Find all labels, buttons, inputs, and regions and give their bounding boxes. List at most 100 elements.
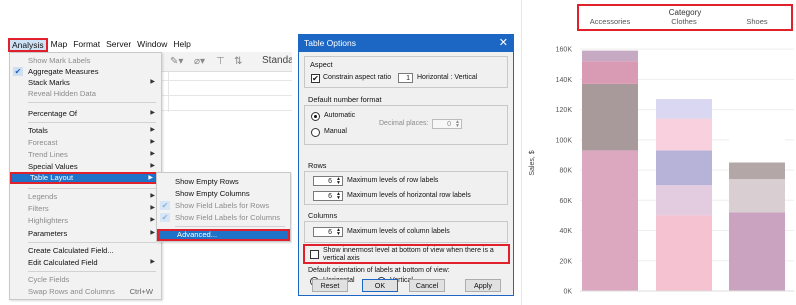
grid-line: [160, 95, 292, 96]
submenu-item-field-labels-rows[interactable]: ✔ Show Field Labels for Rows: [157, 200, 290, 211]
submenu-arrow-icon: ▶: [150, 259, 155, 265]
columns-group: 6 ▲ ▼ Maximum levels of column labels: [304, 221, 508, 243]
table-layout-submenu: Show Empty Rows Show Empty Columns ✔ Show…: [156, 172, 291, 242]
menu-map[interactable]: Map: [48, 38, 71, 52]
menu-item-highlighters[interactable]: Highlighters ▶: [10, 215, 161, 226]
bar-segment: [582, 83, 638, 151]
menu-item-aggregate-measures[interactable]: ✔ Aggregate Measures: [10, 66, 161, 77]
submenu-item-show-empty-rows[interactable]: Show Empty Rows: [157, 176, 290, 187]
bar-segment: [656, 118, 712, 151]
submenu-arrow-icon: ▶: [150, 163, 155, 169]
submenu-arrow-icon: ▶: [150, 230, 155, 236]
submenu-arrow-icon: ▶: [150, 127, 155, 133]
y-tick-label: 160K: [556, 47, 573, 54]
submenu-arrow-icon: ▶: [150, 79, 155, 85]
manual-radio[interactable]: [311, 128, 320, 137]
grid-line: [168, 72, 169, 112]
rows-group: 6 ▲ ▼ Maximum levels of row labels 6 ▲ ▼ Max…: [304, 171, 508, 205]
menu-item-filters[interactable]: Filters ▶: [10, 203, 161, 214]
submenu-arrow-icon: ▶: [150, 139, 155, 145]
stepper-arrows-icon: ▲ ▼: [336, 191, 341, 201]
menu-item-totals[interactable]: Totals ▶: [10, 125, 161, 136]
innermost-level-checkbox[interactable]: [310, 250, 319, 259]
menu-item-percentage-of[interactable]: Percentage Of ▶: [10, 108, 161, 119]
close-icon[interactable]: ✕: [499, 36, 508, 49]
menu-help[interactable]: Help: [170, 38, 193, 52]
submenu-item-advanced[interactable]: Advanced...: [157, 229, 290, 241]
reset-button[interactable]: Reset: [312, 279, 348, 292]
submenu-arrow-icon: ▶: [150, 193, 155, 199]
menu-item-edit-calculated-field[interactable]: Edit Calculated Field ▶: [10, 257, 161, 268]
submenu-arrow-icon: ▶: [150, 205, 155, 211]
submenu-item-field-labels-columns[interactable]: ✔ Show Field Labels for Columns: [157, 212, 290, 223]
decimal-places-stepper[interactable]: 0 ▲ ▼: [432, 119, 462, 129]
bar-segment: [729, 212, 785, 291]
y-tick-label: 80K: [560, 168, 573, 175]
pen-icon[interactable]: ✎▾: [170, 56, 183, 67]
menu-separator: [28, 242, 156, 243]
stepper-arrows-icon: ▲ ▼: [336, 176, 341, 186]
ok-button[interactable]: OK: [362, 279, 398, 292]
decimal-places-label: Decimal places:: [379, 120, 429, 127]
horizontal-row-labels-text: Maximum levels of horizontal row labels: [347, 192, 471, 199]
row-labels-text: Maximum levels of row labels: [347, 177, 439, 184]
shortcut-label: Ctrl+W: [129, 287, 153, 296]
aspect-group-label: Aspect: [310, 60, 333, 69]
menu-item-legends[interactable]: Legends ▶: [10, 191, 161, 202]
menu-item-cycle-fields[interactable]: Cycle Fields: [10, 274, 161, 285]
bar-segment: [656, 150, 712, 186]
menu-item-swap-rows-columns[interactable]: Swap Rows and Columns Ctrl+W: [10, 286, 161, 297]
category-label: Accessories: [590, 17, 631, 26]
menu-item-parameters[interactable]: Parameters ▶: [10, 228, 161, 239]
submenu-item-show-empty-columns[interactable]: Show Empty Columns: [157, 188, 290, 199]
apply-button[interactable]: Apply: [465, 279, 501, 292]
menu-item-show-mark-labels[interactable]: Show Mark Labels: [10, 55, 161, 66]
aspect-ratio-input[interactable]: 1: [398, 73, 413, 83]
submenu-arrow-icon: ▶: [150, 217, 155, 223]
y-tick-label: 0K: [563, 289, 572, 296]
y-tick-label: 100K: [556, 137, 573, 144]
submenu-arrow-icon: ▶: [148, 175, 153, 181]
constrain-aspect-checkbox[interactable]: ✔: [311, 74, 320, 83]
menu-window[interactable]: Window: [134, 38, 170, 52]
menu-bar: Analysis Map Format Server Window Help: [8, 38, 194, 52]
bar-segment: [656, 99, 712, 119]
cancel-button[interactable]: Cancel: [409, 279, 445, 292]
menu-item-reveal-hidden-data[interactable]: Reveal Hidden Data: [10, 88, 161, 99]
sort-icon[interactable]: ⇅: [234, 56, 242, 67]
stepper-arrows-icon: ▲ ▼: [336, 227, 341, 237]
category-label: Clothes: [671, 17, 697, 26]
sales-chart-panel: Category 0K 20K 40K 60K 80K 100K 120K 140K 160K Sa…: [521, 0, 796, 305]
menu-item-trend-lines[interactable]: Trend Lines ▶: [10, 149, 161, 160]
menu-separator: [28, 102, 156, 103]
dialog-button-row: Reset OK Cancel Apply: [298, 260, 514, 296]
dialog-title: Table Options: [304, 38, 356, 48]
bar-segment: [729, 130, 785, 163]
fit-dropdown[interactable]: Standa: [262, 55, 292, 66]
menu-analysis[interactable]: Analysis: [8, 38, 48, 52]
tableau-analysis-menu-panel: ✎▾ ⌀▾ ⊤ ⇅ Standa Analysis Map Format Ser…: [0, 0, 292, 305]
grid-line: [160, 110, 292, 111]
menu-item-create-calculated-field[interactable]: Create Calculated Field...: [10, 245, 161, 256]
grid-line: [160, 80, 292, 81]
clip-icon[interactable]: ⌀▾: [194, 56, 205, 67]
pin-icon[interactable]: ⊤: [216, 56, 225, 67]
menu-item-forecast[interactable]: Forecast ▶: [10, 137, 161, 148]
menu-item-special-values[interactable]: Special Values ▶: [10, 161, 161, 172]
menu-format[interactable]: Format: [70, 38, 103, 52]
menu-item-table-layout[interactable]: Table Layout ▶: [10, 172, 161, 184]
number-format-label: Default number format: [308, 95, 382, 104]
y-tick-label: 40K: [560, 228, 573, 235]
aspect-group: Aspect ✔ Constrain aspect ratio 1 Horizo…: [304, 56, 508, 88]
column-labels-stepper[interactable]: 6 ▲ ▼: [313, 227, 343, 237]
automatic-radio[interactable]: [311, 112, 320, 121]
checkmark-icon: ✔: [160, 213, 170, 222]
menu-server[interactable]: Server: [103, 38, 134, 52]
y-tick-label: 60K: [560, 198, 573, 205]
horizontal-row-labels-stepper[interactable]: 6 ▲ ▼: [313, 191, 343, 201]
checkmark-icon: ✔: [160, 201, 170, 210]
toolbar: ✎▾ ⌀▾ ⊤ ⇅ Standa: [158, 52, 292, 72]
row-labels-stepper[interactable]: 6 ▲ ▼: [313, 176, 343, 186]
columns-label: Columns: [308, 211, 338, 220]
menu-item-stack-marks[interactable]: Stack Marks ▶: [10, 77, 161, 88]
